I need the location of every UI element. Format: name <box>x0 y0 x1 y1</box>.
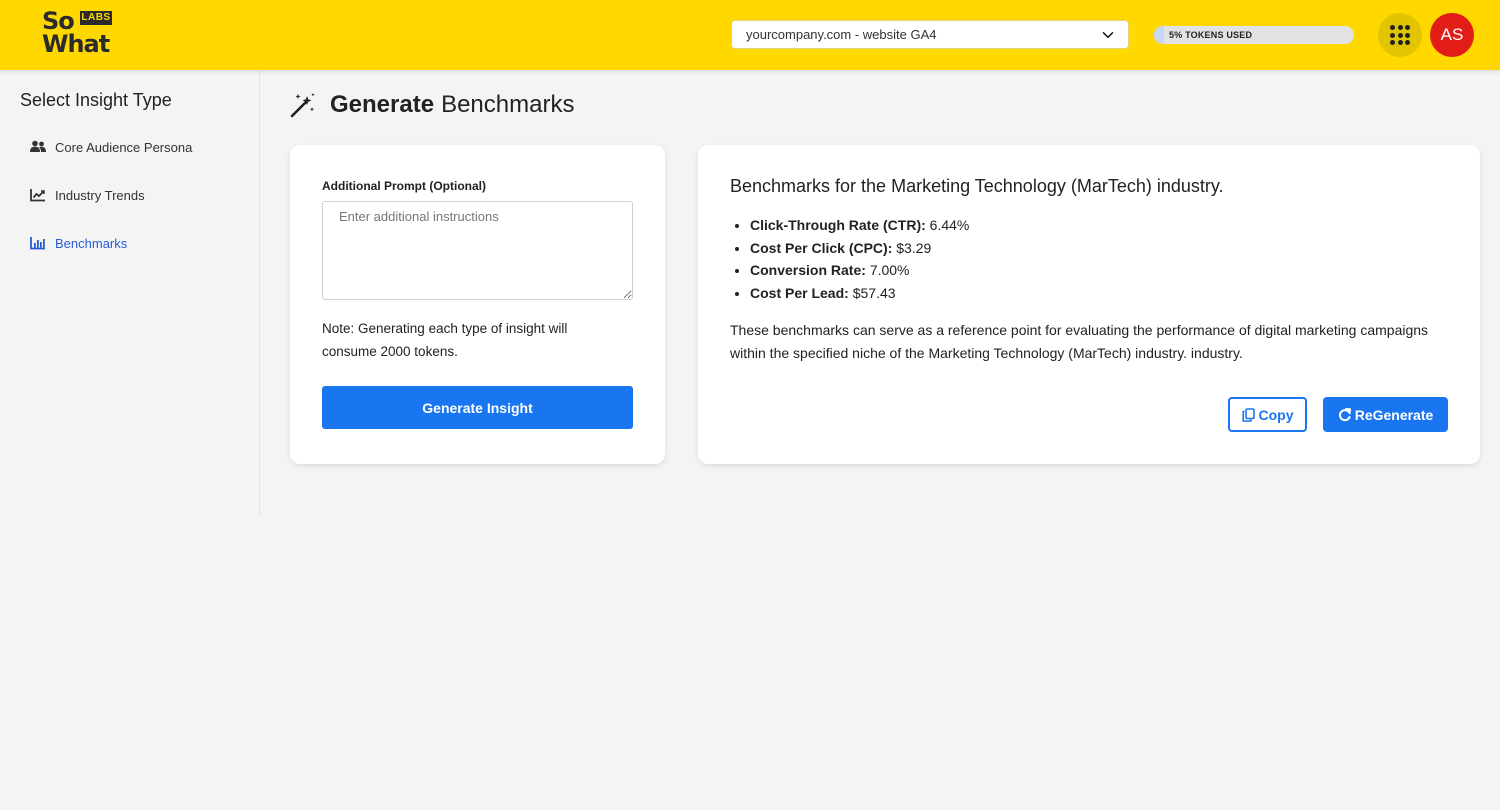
benchmark-item: Cost Per Lead: $57.43 <box>750 282 969 305</box>
user-avatar[interactable]: AS <box>1430 13 1474 57</box>
benchmark-value: 6.44% <box>929 217 970 233</box>
benchmark-item: Conversion Rate: 7.00% <box>750 259 969 282</box>
bar-chart-icon <box>30 237 45 250</box>
property-select-value: yourcompany.com - website GA4 <box>746 27 937 42</box>
sidebar-item-label: Industry Trends <box>55 187 145 203</box>
copy-button-label: Copy <box>1258 406 1294 423</box>
magic-wand-icon <box>290 93 315 118</box>
regenerate-button[interactable]: ReGenerate <box>1323 397 1448 432</box>
benchmark-name: Cost Per Lead: <box>750 285 849 302</box>
generate-insight-button[interactable]: Generate Insight <box>322 386 633 429</box>
tokens-usage-bar: 5% TOKENS USED <box>1154 26 1354 44</box>
sidebar-item-label: Benchmarks <box>55 235 128 251</box>
token-cost-note: Note: Generating each type of insight wi… <box>322 321 568 359</box>
page-title: Generate Benchmarks <box>290 88 574 122</box>
benchmark-value: $57.43 <box>852 285 896 302</box>
benchmark-value: 7.00% <box>869 262 910 279</box>
copy-button[interactable]: Copy <box>1228 397 1307 432</box>
benchmark-item: Click-Through Rate (CTR): 6.44% <box>750 214 969 237</box>
regenerate-button-label: ReGenerate <box>1354 406 1434 423</box>
benchmark-item: Cost Per Click (CPC): $3.29 <box>750 237 969 260</box>
property-select[interactable]: yourcompany.com - website GA4 <box>731 20 1129 49</box>
additional-prompt-input[interactable] <box>322 201 633 300</box>
top-header: So LABS What yourcompany.com - website G… <box>0 0 1500 70</box>
apps-menu-button[interactable] <box>1378 13 1422 57</box>
benchmark-value: $3.29 <box>896 239 932 256</box>
trend-chart-icon <box>30 189 45 202</box>
tokens-usage-fill <box>1154 26 1164 44</box>
benchmark-result-card: Benchmarks for the Marketing Technology … <box>698 145 1480 464</box>
benchmark-name: Click-Through Rate (CTR): <box>750 217 926 233</box>
logo-badge-labs: LABS <box>80 11 112 25</box>
page-title-rest: Benchmarks <box>441 91 575 118</box>
grid-dots-icon <box>1390 25 1410 45</box>
sidebar-item-label: Core Audience Persona <box>55 139 193 155</box>
sidebar-item-core-audience-persona[interactable]: Core Audience Persona <box>30 135 192 159</box>
tokens-usage-label: 5% TOKENS USED <box>1169 30 1253 40</box>
benchmark-name: Cost Per Click (CPC): <box>750 239 893 256</box>
page-title-bold: Generate <box>330 91 435 118</box>
result-title: Benchmarks for the Marketing Technology … <box>730 176 1224 196</box>
sidebar-title: Select Insight Type <box>20 90 172 110</box>
prompt-form-card: Additional Prompt (Optional) Note: Gener… <box>290 145 665 464</box>
refresh-icon <box>1338 407 1351 421</box>
sidebar: Select Insight Type Core Audience Person… <box>0 70 260 517</box>
users-icon <box>30 140 46 152</box>
benchmark-name: Conversion Rate: <box>750 262 866 279</box>
additional-prompt-label: Additional Prompt (Optional) <box>322 179 486 193</box>
result-summary: These benchmarks can serve as a referenc… <box>730 322 1429 361</box>
sidebar-item-benchmarks[interactable]: Benchmarks <box>30 231 127 255</box>
sidebar-item-industry-trends[interactable]: Industry Trends <box>30 183 145 207</box>
so-what-labs-logo[interactable]: So LABS What <box>42 7 118 61</box>
copy-icon <box>1241 407 1255 422</box>
chevron-down-icon <box>1102 31 1114 39</box>
logo-text-what: What <box>42 30 110 58</box>
benchmark-list: Click-Through Rate (CTR): 6.44% Cost Per… <box>750 214 969 305</box>
